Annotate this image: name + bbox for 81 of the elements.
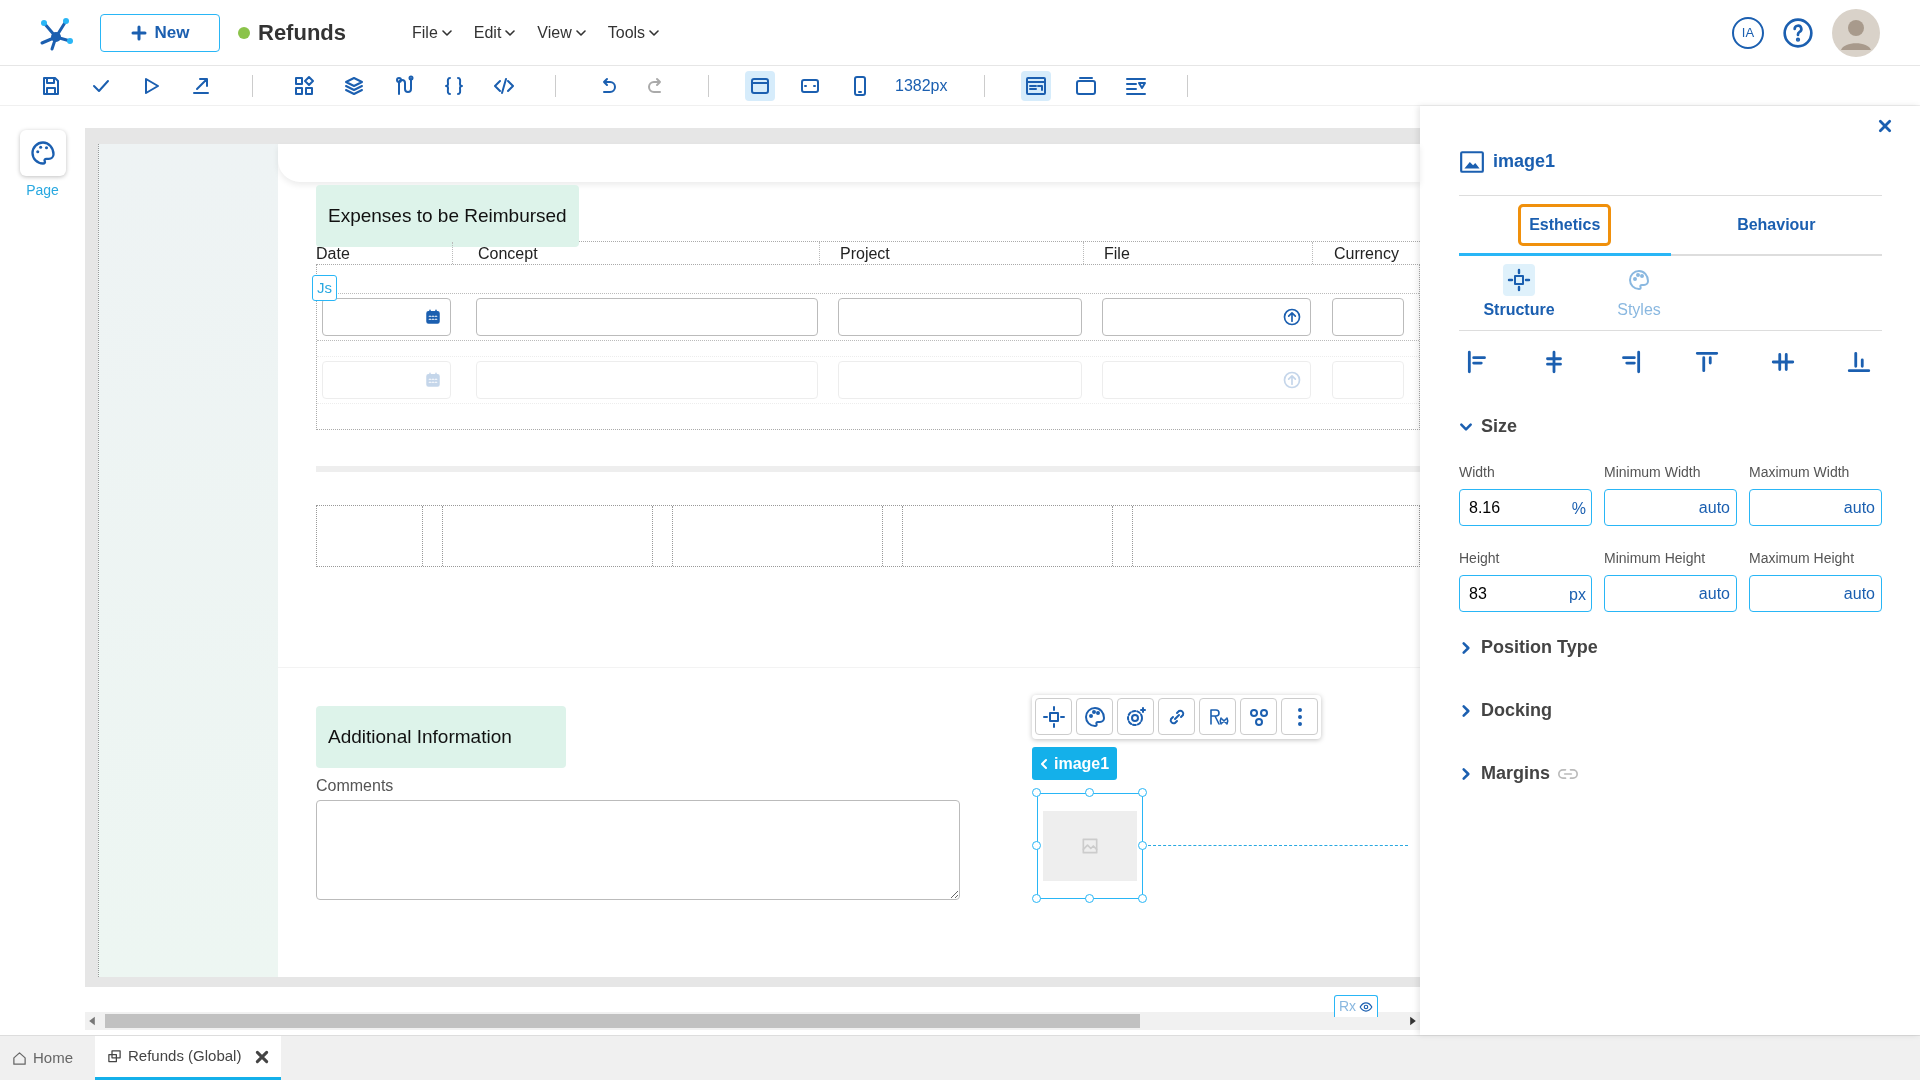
field-label: Height [1459,549,1501,568]
bottom-tab[interactable]: Refunds (Global) [95,1036,282,1080]
field-label: Maximum Width [1749,463,1851,482]
new-button[interactable]: New [100,13,220,52]
input-field[interactable]: auto [1749,489,1882,526]
window-icon [107,1049,122,1064]
field-label: Minimum Width [1604,463,1702,482]
comments-field[interactable] [316,800,960,900]
palette-icon [28,139,57,167]
close-icon[interactable] [1878,119,1892,133]
section-title: Additional Information [316,706,566,768]
help-icon[interactable] [1782,16,1814,49]
input-field[interactable] [838,298,1082,336]
section-toggle[interactable]: Margins [1459,760,1578,787]
input-field[interactable]: auto [1604,489,1737,526]
resize-handle[interactable] [1138,841,1147,850]
align-top-icon[interactable] [1693,349,1720,375]
panel-tab[interactable]: Esthetics [1518,203,1612,246]
section-title: Expenses to be Reimbursed [316,185,579,247]
resize-handle[interactable] [1085,788,1094,797]
caret-icon [505,27,516,38]
menu-item[interactable]: View [537,20,586,45]
resize-handle[interactable] [1138,894,1147,903]
resize-handle[interactable] [1085,894,1094,903]
unit-label: % [1571,499,1586,519]
move-icon[interactable] [1041,704,1066,729]
column-header: Project [840,242,1084,264]
unit-label: px [1569,585,1586,605]
upload-icon[interactable] [1282,307,1302,327]
bottom-tab[interactable]: Home [0,1036,85,1080]
plus-icon [130,24,147,41]
resize-handle[interactable] [1032,788,1041,797]
close-icon[interactable] [255,1049,270,1064]
caret-icon [441,27,452,38]
horizontal-scrollbar[interactable] [85,1012,1420,1030]
field-label: Comments [316,776,395,796]
panel-title: image1 [1493,150,1556,173]
column-header: Currency [1334,244,1400,264]
panel-tab[interactable]: Behaviour [1726,204,1827,246]
document-title: Refunds [258,19,346,47]
field-label: Width [1459,463,1496,482]
section-toggle[interactable]: Position Type [1459,634,1598,661]
caret-icon [649,27,660,38]
input-field[interactable] [322,298,451,336]
resize-handle[interactable] [1032,841,1041,850]
menu-item[interactable]: File [412,20,452,45]
panel-icon[interactable] [1020,70,1051,101]
align-bottom-icon[interactable] [1845,349,1872,375]
input-field[interactable] [1102,298,1311,336]
home-icon [12,1051,27,1066]
menu-item[interactable]: Edit [473,20,516,45]
image-icon [1080,836,1100,856]
page-label: Page [26,181,59,200]
page-button[interactable] [19,130,66,176]
field-label: Maximum Height [1749,549,1856,568]
avatar-icon[interactable] [1832,8,1880,57]
eye-icon [1359,999,1374,1014]
input-field[interactable]: auto [1749,575,1882,612]
palette-icon[interactable] [1082,704,1107,729]
column-header: Concept [478,242,820,264]
subtab[interactable]: Structure [1459,256,1579,330]
resize-handle[interactable] [1032,894,1041,903]
resize-handle[interactable] [1138,788,1147,797]
section-toggle[interactable]: Size [1459,413,1518,440]
menu-item[interactable]: Tools [607,20,660,45]
image-icon [1459,148,1485,175]
field-label: Minimum Height [1604,549,1707,568]
chevron-icon [1040,757,1048,770]
section-toggle[interactable]: Docking [1459,697,1552,724]
column-header: Date [316,242,453,264]
input-field[interactable] [1332,298,1404,336]
caret-icon [575,27,586,38]
width-label: 1382px [895,75,948,96]
column-header: File [1104,242,1313,264]
input-field[interactable]: auto [1604,575,1737,612]
move-icon [1503,264,1535,296]
desktop-view-icon[interactable] [745,70,775,101]
calendar-icon[interactable] [424,308,442,326]
input-field[interactable] [476,298,818,336]
ia-button[interactable]: IA [1732,16,1764,49]
link-icon [1558,766,1578,781]
